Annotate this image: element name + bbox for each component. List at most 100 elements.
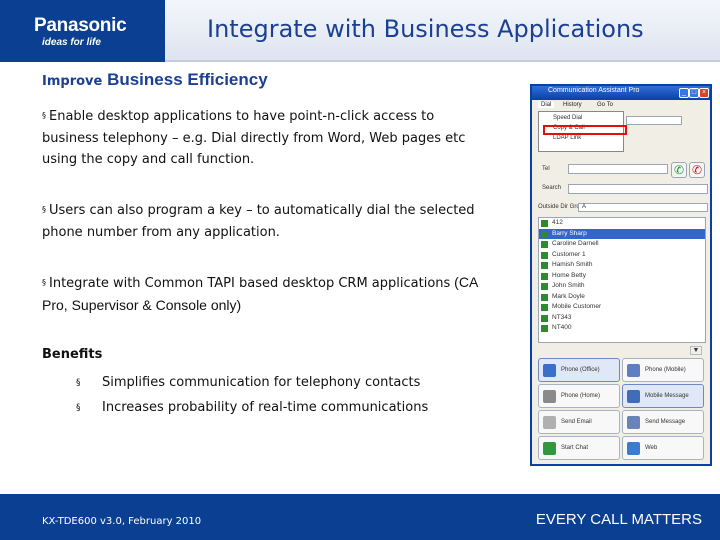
contact-name: 412	[552, 219, 563, 226]
dial-target-field[interactable]	[626, 116, 682, 125]
communication-assistant-screenshot: Communication Assistant Pro _ □ × Dial H…	[530, 84, 712, 466]
footer-version: KX-TDE600 v3.0, February 2010	[42, 516, 202, 527]
action-button-label: Send Message	[645, 419, 686, 425]
contact-name: NT400	[552, 324, 572, 331]
contact-status-icon	[541, 283, 548, 290]
benefit-text: Simplifies communication for telephony c…	[102, 375, 421, 390]
contact-status-icon	[541, 241, 548, 248]
benefit-item: § Simplifies communication for telephony…	[76, 372, 476, 394]
call-icon[interactable]: ✆	[671, 162, 687, 178]
contact-row[interactable]: Caroline Darnell	[539, 239, 705, 250]
menu-item-ldap-link[interactable]: LDAP Link	[553, 135, 581, 141]
action-button[interactable]: Phone (Home)	[538, 384, 620, 408]
contact-status-icon	[541, 272, 548, 280]
bullet-point: § Enable desktop applications to have poi…	[42, 106, 482, 170]
group-select[interactable]: A	[578, 203, 708, 212]
contact-status-icon	[541, 230, 548, 238]
tel-label: Tel	[542, 166, 550, 172]
action-button-icon	[543, 364, 556, 377]
contact-status-icon	[541, 293, 548, 301]
contact-status-icon	[541, 325, 548, 332]
action-button-icon	[543, 416, 556, 429]
contact-name: NT343	[552, 313, 572, 321]
bullet-text: Integrate with Common TAPI based desktop…	[49, 276, 451, 291]
contact-name: Mobile Customer	[552, 303, 602, 310]
bullet-text: Users can also program a key – to automa…	[42, 203, 475, 240]
menu-go-to[interactable]: Go To	[597, 102, 613, 108]
action-button-label: Phone (Office)	[561, 367, 600, 373]
bullet-point: § Integrate with Common TAPI based deskto…	[42, 272, 482, 317]
bullet-marker: §	[76, 378, 81, 388]
contact-status-icon	[541, 220, 548, 227]
contact-row[interactable]: NT400	[539, 323, 705, 334]
contact-row[interactable]: 412	[539, 218, 705, 229]
action-button-icon	[627, 416, 640, 429]
action-button-label: Phone (Mobile)	[645, 367, 686, 373]
contact-name: John Smith	[552, 282, 585, 289]
contact-list[interactable]: 412 Barry Sharp Caroline Darnell Customer 1…	[538, 217, 706, 343]
action-button-icon	[627, 390, 640, 403]
benefits-heading: Benefits	[42, 347, 103, 362]
benefit-text: Increases probability of real-time commu…	[102, 400, 429, 415]
menu-dial[interactable]: Dial	[538, 102, 555, 108]
tel-input[interactable]	[568, 164, 668, 174]
contact-name: Barry Sharp	[552, 229, 587, 237]
app-menubar: Dial History Go To	[532, 100, 710, 111]
action-button[interactable]: Web	[622, 436, 704, 460]
contact-row[interactable]: Mark Doyle	[539, 292, 705, 303]
page-title: Integrate with Business Applications	[207, 15, 644, 43]
contact-name: Caroline Darnell	[552, 240, 599, 247]
contact-name: Mark Doyle	[552, 292, 585, 300]
action-button[interactable]: Phone (Mobile)	[622, 358, 704, 382]
action-button[interactable]: Start Chat	[538, 436, 620, 460]
contact-row[interactable]: Mobile Customer	[539, 302, 705, 313]
contact-name: Customer 1	[552, 250, 586, 258]
maximize-button[interactable]: □	[689, 88, 699, 98]
contact-row[interactable]: Home Betty	[539, 271, 705, 282]
benefit-item: § Increases probability of real-time com…	[76, 397, 476, 419]
app-title: Communication Assistant Pro	[548, 87, 640, 94]
contact-row[interactable]: Barry Sharp	[539, 228, 705, 239]
contact-row[interactable]: Customer 1	[539, 250, 705, 261]
bullet-point: § Users can also program a key – to autom…	[42, 200, 482, 243]
footer: KX-TDE600 v3.0, February 2010 EVERY CALL…	[0, 494, 720, 540]
action-button-label: Mobile Message	[645, 393, 689, 399]
contact-name: Home Betty	[552, 271, 586, 279]
action-button-label: Start Chat	[561, 445, 589, 451]
menu-item-speed-dial[interactable]: Speed Dial	[553, 115, 582, 121]
scroll-down-icon[interactable]: ▼	[690, 346, 702, 355]
action-button-icon	[627, 442, 640, 455]
contact-row[interactable]: NT343	[539, 313, 705, 324]
subtitle-prefix: Improve	[42, 74, 103, 89]
title-area: Integrate with Business Applications	[165, 0, 720, 62]
slide-subtitle: Improve Business Efficiency	[42, 70, 268, 90]
minimize-button[interactable]: _	[679, 88, 689, 98]
bullet-marker: §	[42, 205, 46, 214]
contact-status-icon	[541, 251, 548, 259]
close-button[interactable]: ×	[699, 88, 709, 98]
hangup-icon[interactable]: ✆	[689, 162, 705, 178]
bullet-text: Enable desktop applications to have poin…	[42, 109, 466, 167]
highlight-box	[543, 125, 627, 135]
action-button[interactable]: Send Email	[538, 410, 620, 434]
search-input[interactable]	[568, 184, 708, 194]
logo-brand-name: Panasonic	[34, 15, 127, 36]
action-button-label: Web	[645, 445, 658, 451]
action-button-icon	[543, 390, 556, 403]
action-button[interactable]: Send Message	[622, 410, 704, 434]
footer-slogan: EVERY CALL MATTERS	[535, 511, 702, 528]
action-button-label: Send Email	[561, 419, 592, 425]
contact-row[interactable]: John Smith	[539, 281, 705, 292]
action-button[interactable]: Mobile Message	[622, 384, 704, 408]
action-button-icon	[627, 364, 640, 377]
menu-history[interactable]: History	[563, 102, 582, 108]
contact-status-icon	[541, 262, 548, 269]
action-button-icon	[543, 442, 556, 455]
action-button-label: Phone (Home)	[561, 393, 601, 399]
logo-tagline: ideas for life	[42, 37, 101, 48]
bullet-marker: §	[76, 403, 81, 413]
contact-status-icon	[541, 304, 548, 311]
bullet-marker: §	[42, 111, 46, 120]
action-button[interactable]: Phone (Office)	[538, 358, 620, 382]
contact-row[interactable]: Hamish Smith	[539, 260, 705, 271]
